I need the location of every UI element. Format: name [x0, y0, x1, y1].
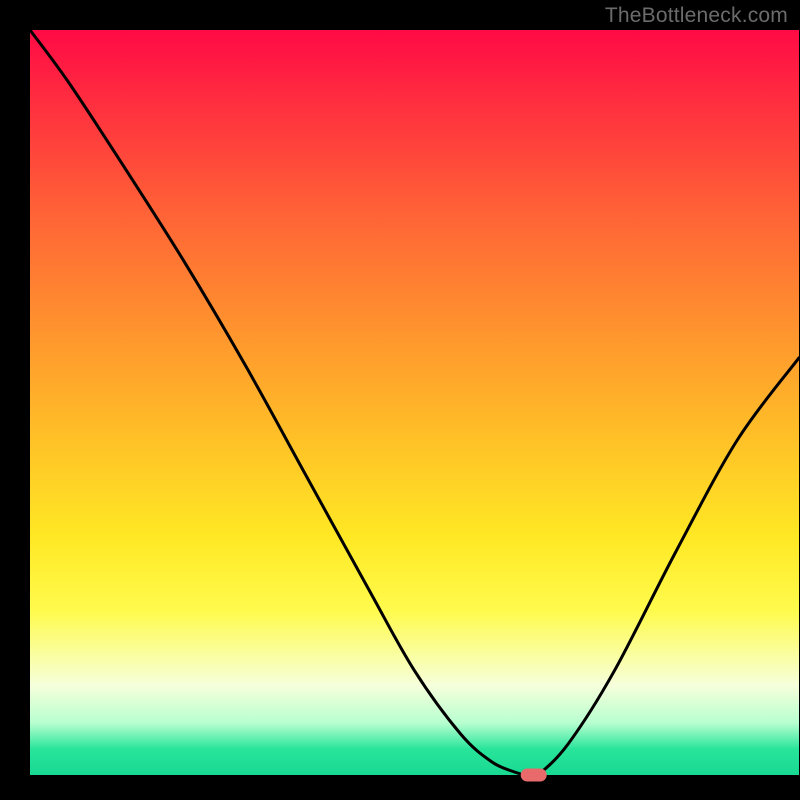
- optimal-point-marker: [521, 769, 547, 782]
- chart-frame: TheBottleneck.com: [0, 0, 800, 800]
- gradient-background: [30, 30, 799, 775]
- bottleneck-chart: [0, 0, 800, 800]
- watermark-text: TheBottleneck.com: [605, 4, 788, 28]
